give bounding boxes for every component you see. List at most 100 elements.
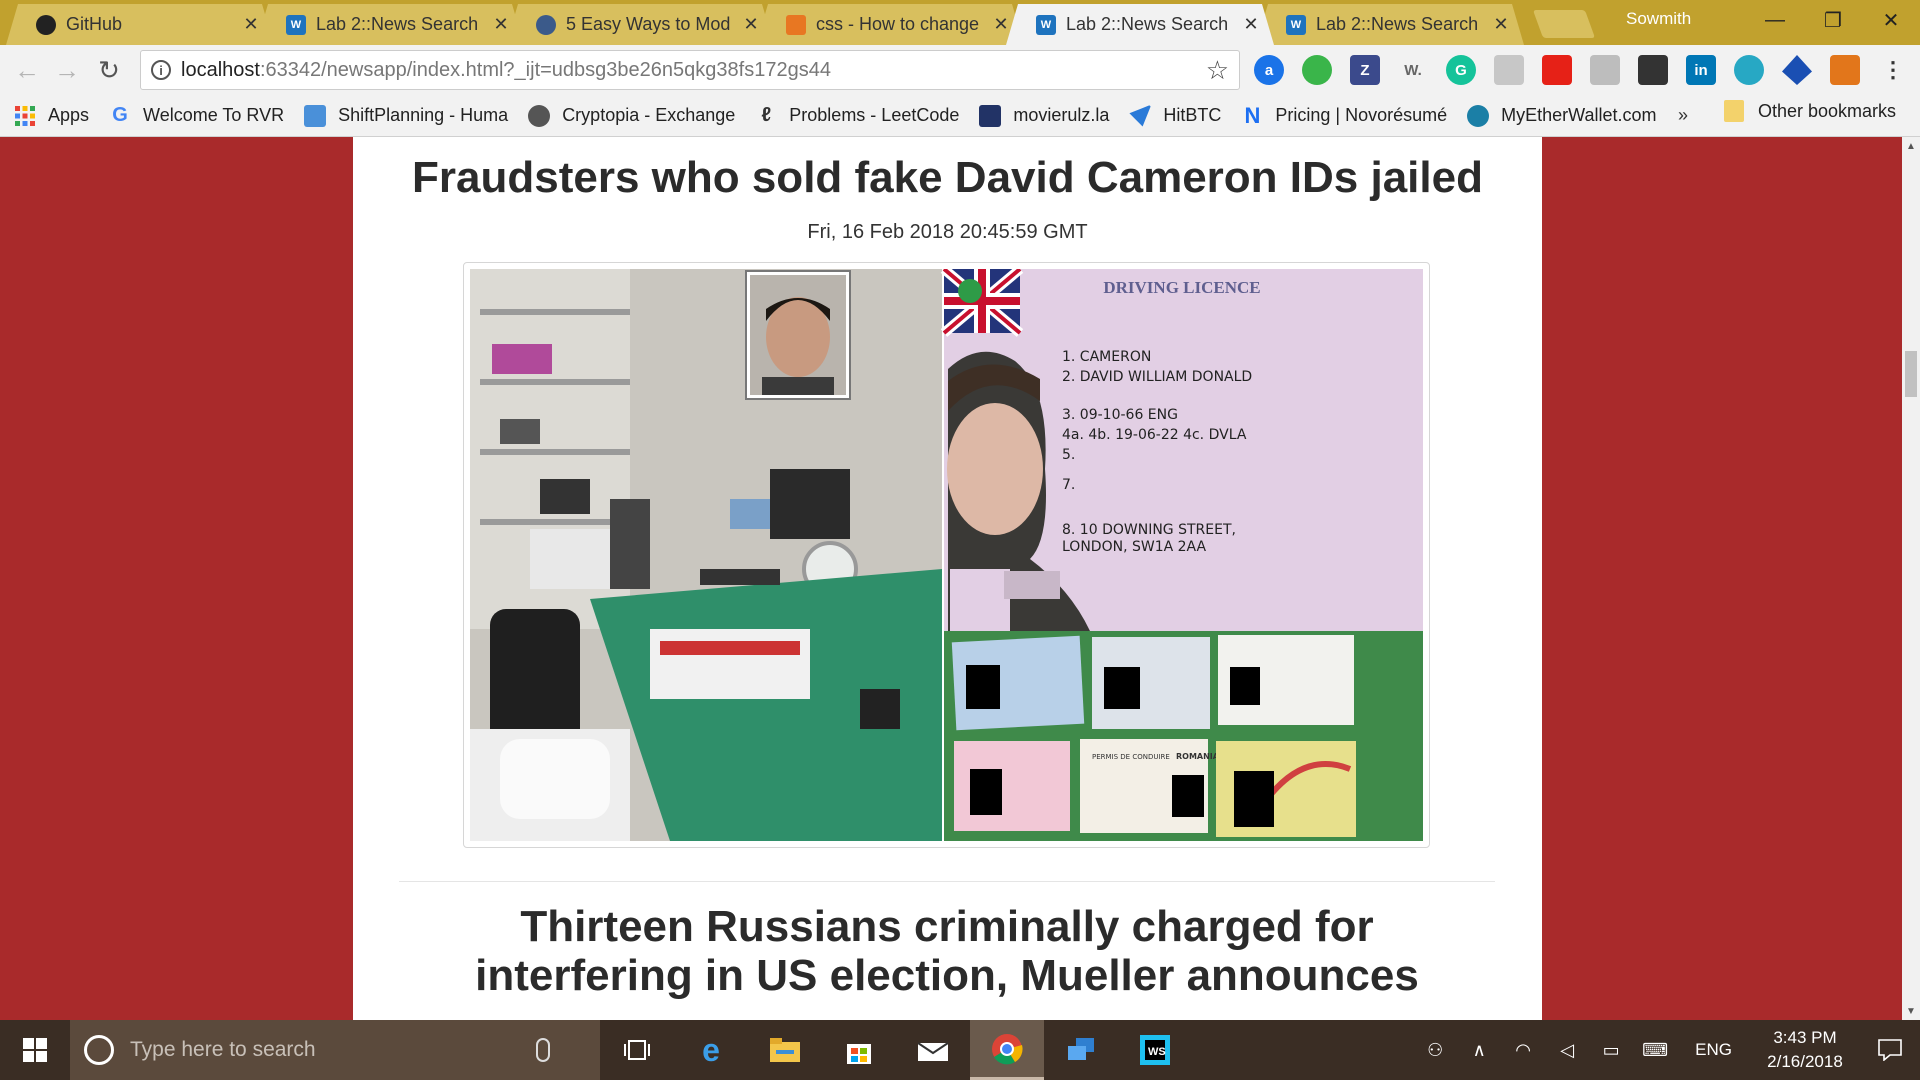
licence-line: 8. 10 DOWNING STREET,	[1062, 522, 1236, 538]
article-title[interactable]: Thirteen Russians criminally charged for…	[447, 902, 1447, 1000]
profile-name[interactable]: Sowmith	[1626, 9, 1691, 29]
bookmark-label: movierulz.la	[1013, 105, 1110, 125]
start-button[interactable]	[0, 1020, 70, 1080]
close-icon[interactable]: ✕	[1492, 14, 1510, 35]
action-center-icon[interactable]	[1860, 1039, 1920, 1061]
bookmark-movierulz[interactable]: movierulz.la	[979, 104, 1110, 127]
tab-title: Lab 2::News Search	[1316, 14, 1479, 34]
taskbar-search[interactable]: Type here to search	[70, 1020, 600, 1080]
back-icon[interactable]: ←	[12, 55, 42, 85]
extension-leaf-icon[interactable]	[1302, 55, 1332, 85]
cryptopia-icon	[528, 104, 551, 127]
battery-icon[interactable]: ▭	[1589, 1040, 1633, 1061]
volume-icon[interactable]: ◁	[1545, 1040, 1589, 1061]
chrome-icon[interactable]	[970, 1020, 1044, 1080]
remote-desktop-icon[interactable]	[1044, 1020, 1118, 1080]
scroll-down-icon[interactable]: ▼	[1902, 1002, 1920, 1020]
tab-github[interactable]: GitHub ✕	[6, 4, 274, 45]
extension-a-icon[interactable]: a	[1254, 55, 1284, 85]
tab-easy-ways[interactable]: 5 Easy Ways to Mod ✕	[506, 4, 774, 45]
leetcode-icon: ℓ	[761, 104, 772, 126]
bookmark-hitbtc[interactable]: HitBTC	[1129, 104, 1221, 127]
grammarly-icon[interactable]: G	[1446, 55, 1476, 85]
extensions-row: a Z W. G in ⋮	[1254, 55, 1920, 85]
close-icon[interactable]: ✕	[992, 14, 1010, 35]
licence-line: 7.	[1062, 477, 1075, 493]
mugshot-inset	[745, 270, 851, 400]
article-image[interactable]: DRIVING LICENCE 1. CAMERON 2. DAVID WILL…	[463, 262, 1430, 848]
ethereum-icon[interactable]	[1782, 55, 1812, 85]
bookmark-welcome-rvr[interactable]: G Welcome To RVR	[109, 104, 285, 127]
forward-icon[interactable]: →	[52, 55, 82, 85]
bookmark-label: Welcome To RVR	[143, 105, 285, 125]
clock-date: 2/16/2018	[1767, 1052, 1843, 1071]
close-icon[interactable]: ✕	[742, 14, 760, 35]
window-controls: — ❐ ✕	[1746, 0, 1920, 40]
windows-logo-icon	[23, 1038, 47, 1062]
tab-news-search-2[interactable]: W Lab 2::News Search ✕	[1256, 4, 1524, 45]
bookmark-label: ShiftPlanning - Huma	[338, 105, 509, 125]
extension-w-icon[interactable]: W.	[1398, 55, 1428, 85]
bookmarks-overflow-button[interactable]: »	[1678, 105, 1688, 126]
task-view-icon[interactable]	[600, 1020, 674, 1080]
restore-icon[interactable]: ❐	[1804, 0, 1862, 40]
close-icon[interactable]: ✕	[1242, 14, 1260, 35]
dropbox-icon[interactable]	[1494, 55, 1524, 85]
tab-news-search-active[interactable]: W Lab 2::News Search ✕	[1006, 4, 1274, 45]
people-icon[interactable]: ⚇	[1413, 1040, 1457, 1061]
bookmark-label: Cryptopia - Exchange	[562, 105, 736, 125]
address-bar[interactable]: i localhost:63342/newsapp/index.html?_ij…	[140, 50, 1240, 90]
reload-icon[interactable]: ↻	[94, 55, 124, 85]
pdf-icon[interactable]	[1590, 55, 1620, 85]
webstorm-icon[interactable]: WS	[1118, 1020, 1192, 1080]
browser-toolbar: ← → ↻ i localhost:63342/newsapp/index.ht…	[0, 45, 1920, 95]
language-indicator[interactable]: ENG	[1695, 1040, 1732, 1060]
chevron-up-icon[interactable]: ∧	[1457, 1040, 1501, 1061]
microphone-icon[interactable]	[536, 1038, 550, 1062]
close-icon[interactable]: ✕	[242, 14, 260, 35]
mail-icon[interactable]	[896, 1020, 970, 1080]
file-explorer-icon[interactable]	[748, 1020, 822, 1080]
wifi-icon[interactable]: ◠	[1501, 1040, 1545, 1061]
store-icon[interactable]	[822, 1020, 896, 1080]
tab-news-search-1[interactable]: W Lab 2::News Search ✕	[256, 4, 524, 45]
menu-icon[interactable]: ⋮	[1878, 55, 1908, 85]
url-host: localhost	[181, 58, 260, 81]
tab-title: GitHub	[66, 14, 123, 34]
bookmark-shiftplanning[interactable]: ShiftPlanning - Huma	[304, 104, 509, 127]
close-icon[interactable]: ✕	[492, 14, 510, 35]
bookmark-myetherwallet[interactable]: MyEtherWallet.com	[1467, 104, 1657, 127]
keyboard-icon[interactable]: ⌨	[1633, 1040, 1677, 1061]
article-title[interactable]: Fraudsters who sold fake David Cameron I…	[353, 153, 1542, 202]
edge-icon[interactable]: e	[674, 1020, 748, 1080]
licence-line: 1. CAMERON	[1062, 349, 1151, 365]
skype-icon[interactable]	[1734, 55, 1764, 85]
scroll-up-icon[interactable]: ▲	[1902, 137, 1920, 155]
svg-text:WS: WS	[1148, 1046, 1166, 1058]
page-scrollbar[interactable]: ▲ ▼	[1902, 137, 1920, 1020]
bookmark-novoresume[interactable]: N Pricing | Novorésumé	[1241, 103, 1447, 128]
new-tab-button[interactable]	[1532, 10, 1596, 38]
folder-icon	[1724, 100, 1744, 122]
minimize-icon[interactable]: —	[1746, 0, 1804, 40]
youtube-icon[interactable]	[1542, 55, 1572, 85]
bookmark-apps[interactable]: Apps	[14, 105, 89, 127]
extension-z-icon[interactable]: Z	[1350, 55, 1380, 85]
linkedin-icon[interactable]: in	[1686, 55, 1716, 85]
bookmark-leetcode[interactable]: ℓ Problems - LeetCode	[755, 104, 959, 127]
evernote-icon[interactable]	[1638, 55, 1668, 85]
bookmark-star-icon[interactable]: ☆	[1206, 55, 1229, 86]
clock[interactable]: 3:43 PM 2/16/2018	[1750, 1026, 1860, 1074]
webstorm-icon: W	[286, 15, 306, 35]
info-icon[interactable]: i	[151, 60, 171, 80]
licence-line: LONDON, SW1A 2AA	[1062, 539, 1207, 555]
metamask-icon[interactable]	[1830, 55, 1860, 85]
other-bookmarks[interactable]: Other bookmarks	[1724, 100, 1896, 122]
scrollbar-thumb[interactable]	[1905, 351, 1917, 397]
card-heading: PERMIS DE CONDUIRE	[1092, 753, 1170, 761]
bookmark-cryptopia[interactable]: Cryptopia - Exchange	[528, 104, 736, 127]
close-window-icon[interactable]: ✕	[1862, 0, 1920, 40]
clock-time: 3:43 PM	[1773, 1028, 1837, 1047]
url-text[interactable]: localhost:63342/newsapp/index.html?_ijt=…	[181, 59, 1206, 82]
tab-css-how-to[interactable]: css - How to change ✕	[756, 4, 1024, 45]
